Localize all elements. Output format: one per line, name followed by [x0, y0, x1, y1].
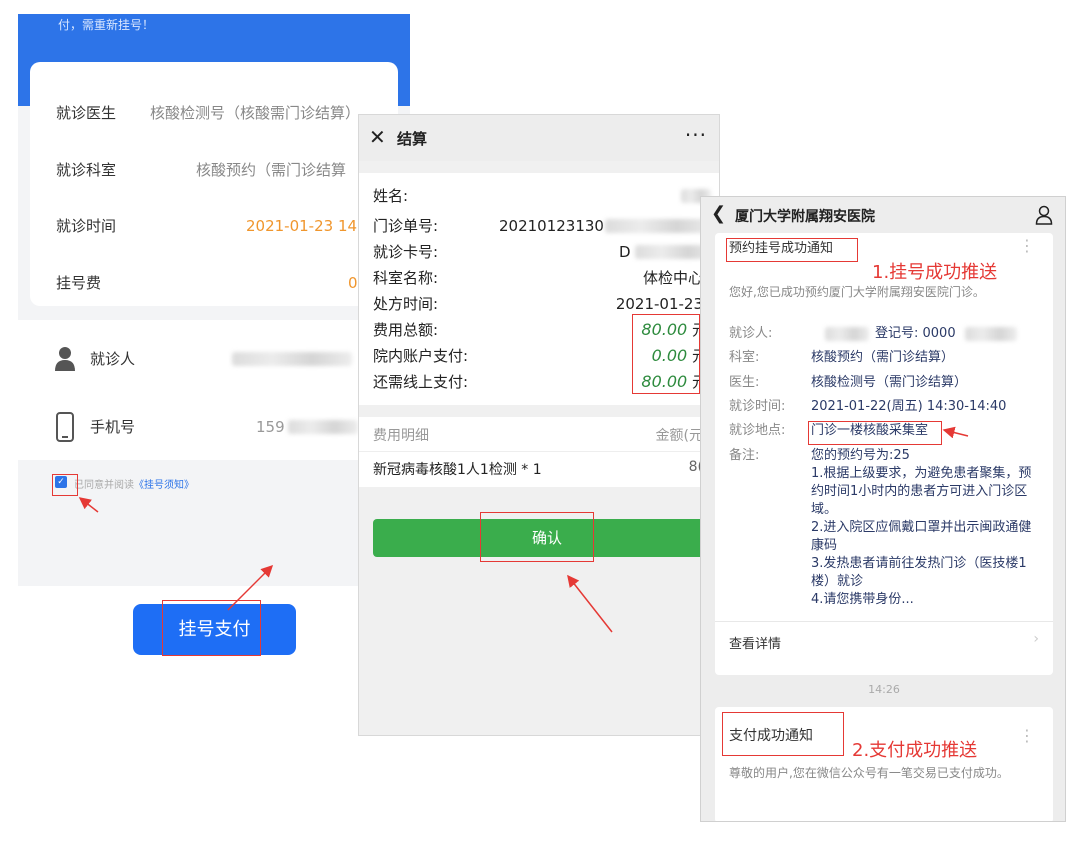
agree-label: 已同意并阅读 [74, 480, 134, 491]
dept-value: 核酸预约（需门诊结算） [811, 350, 955, 365]
doctor-key: 医生: [729, 375, 760, 390]
pay-button-highlight [162, 600, 261, 656]
account-name: 厦门大学附属翔安医院 [735, 209, 875, 225]
department-name-row: 科室名称: 体检中心 [373, 265, 719, 291]
order-no-row: 门诊单号: 20210123130 [373, 213, 719, 239]
patient-name-redacted [232, 352, 352, 366]
banner-text: 付，需重新挂号！ [58, 18, 155, 32]
user-icon[interactable] [1035, 205, 1053, 225]
note-line: 您的预约号为:25 [811, 448, 910, 463]
department-name-value: 体检中心 [642, 269, 703, 287]
agree-text: 已同意并阅读《挂号须知》 [74, 476, 194, 491]
doctor-row: 就诊医生 核酸检测号（核酸需门诊结算） [56, 98, 398, 128]
fee-detail-section: 费用明细 金额(元 新冠病毒核酸1人1检测 * 1 8( [359, 417, 719, 487]
notice-title-highlight [726, 238, 858, 262]
doctor-label: 就诊医生 [56, 104, 117, 122]
confirm-highlight [480, 512, 594, 562]
payment-title-highlight [722, 712, 844, 756]
online-pay-label: 还需线上支付: [373, 373, 469, 391]
visit-time-row: 就诊时间 2021-01-23 14:3 [56, 211, 398, 241]
order-no-label: 门诊单号: [373, 217, 439, 235]
department-name-label: 科室名称: [373, 269, 439, 287]
view-details-link[interactable]: 查看详情 [729, 633, 781, 652]
patient-label: 就诊人 [90, 350, 136, 368]
patient-redacted [825, 327, 869, 341]
phone-icon [56, 412, 74, 442]
checkout-title: 结算 [397, 130, 428, 148]
name-row: 姓名: [373, 183, 719, 209]
fee-item-name: 新冠病毒核酸1人1检测 * 1 [373, 462, 542, 478]
registration-panel: 付，需重新挂号！ 就诊医生 核酸检测号（核酸需门诊结算） 就诊科室 核酸预约（需… [18, 14, 410, 662]
more-icon[interactable]: ··· [685, 123, 707, 147]
phone-value: 159 [256, 418, 285, 436]
note-line: 1.根据上级要求，为避免患者聚集，预约时间1小时内的患者方可进入门诊区域。 [811, 466, 1032, 517]
annotation-label-1: 1.挂号成功推送 [872, 262, 998, 283]
note-line: 4.请您携带身份... [811, 592, 914, 607]
close-icon[interactable]: ✕ [369, 125, 386, 149]
place-highlight [808, 421, 942, 445]
reg-no-redacted [965, 327, 1017, 341]
dept-key: 科室: [729, 350, 760, 365]
notes-key: 备注: [729, 448, 760, 463]
phone-label: 手机号 [90, 418, 136, 436]
total-label: 费用总额: [373, 321, 439, 339]
message-timestamp: 14:26 [868, 683, 900, 696]
reg-no-value: 登记号: 0000 [875, 326, 956, 341]
chevron-right-icon: › [1033, 631, 1039, 647]
visit-time-label: 就诊时间 [56, 217, 117, 235]
back-icon[interactable]: ❮ [711, 203, 726, 224]
visit-time-key: 就诊时间: [729, 399, 786, 414]
department-label: 就诊科室 [56, 161, 117, 179]
fee-row: 挂号费 0 [56, 268, 398, 298]
doctor-value: 核酸检测号（需门诊结算） [811, 375, 968, 390]
phone-redacted [288, 420, 358, 434]
checkout-header: ✕ 结算 ··· [359, 115, 719, 161]
fee-detail-header: 费用明细 [373, 428, 429, 444]
patient-key: 就诊人: [729, 326, 773, 341]
fee-label: 挂号费 [56, 274, 102, 292]
department-value: 核酸预约（需门诊结算 [196, 161, 347, 179]
department-row: 就诊科室 核酸预约（需门诊结算 [56, 155, 398, 185]
amount-highlight [632, 314, 700, 394]
prescription-time-label: 处方时间: [373, 295, 439, 313]
card-no-row: 就诊卡号: D [373, 239, 719, 265]
doctor-value: 核酸检测号（核酸需门诊结算） [150, 104, 361, 122]
note-line: 2.进入院区应佩戴口罩并出示闽政通健康码 [811, 520, 1032, 553]
visit-place-key: 就诊地点: [729, 423, 786, 438]
annotation-label-2: 2.支付成功推送 [852, 740, 978, 761]
appointment-intro: 您好,您已成功预约厦门大学附属翔安医院门诊。 [729, 285, 985, 299]
visit-time-value: 2021-01-23 14:3 [246, 217, 372, 235]
person-icon [54, 346, 76, 372]
card-no-value: D [619, 243, 631, 261]
order-no-value: 20210123130 [499, 217, 604, 235]
more-vertical-icon[interactable]: ⋮ [1019, 728, 1035, 744]
name-label: 姓名: [373, 187, 409, 205]
account-pay-label: 院内账户支付: [373, 347, 469, 365]
checkbox-highlight [52, 474, 78, 496]
appointment-notice-card[interactable]: 预约挂号成功通知 ⋮ 您好,您已成功预约厦门大学附属翔安医院门诊。 就诊人: 登… [715, 233, 1053, 675]
fee-amount-header: 金额(元 [655, 428, 703, 444]
payment-notice-text: 尊敬的用户,您在微信公众号有一笔交易已支付成功。 [729, 766, 1009, 780]
card-no-label: 就诊卡号: [373, 243, 439, 261]
note-line: 3.发热患者请前往发热门诊（医技楼1楼）就诊 [811, 556, 1027, 589]
divider [715, 621, 1053, 622]
chat-header: ❮ 厦门大学附属翔安医院 [701, 197, 1065, 233]
fee-value: 0 [348, 274, 358, 292]
registration-info-card: 就诊医生 核酸检测号（核酸需门诊结算） 就诊科室 核酸预约（需门诊结算 就诊时间… [30, 62, 398, 306]
more-vertical-icon[interactable]: ⋮ [1019, 238, 1035, 254]
order-no-redacted [605, 219, 713, 233]
agree-link[interactable]: 《挂号须知》 [134, 480, 194, 491]
checkout-panel: ✕ 结算 ··· 姓名: 门诊单号: 20210123130 就诊卡号: D 科… [358, 114, 720, 736]
divider [359, 451, 719, 452]
patient-card: 就诊人 手机号 159 [18, 320, 410, 460]
visit-time-value: 2021-01-22(周五) 14:30-14:40 [811, 399, 1007, 414]
notes-content: 您的预约号为:25 1.根据上级要求，为避免患者聚集，预约时间1小时内的患者方可… [811, 447, 1043, 609]
